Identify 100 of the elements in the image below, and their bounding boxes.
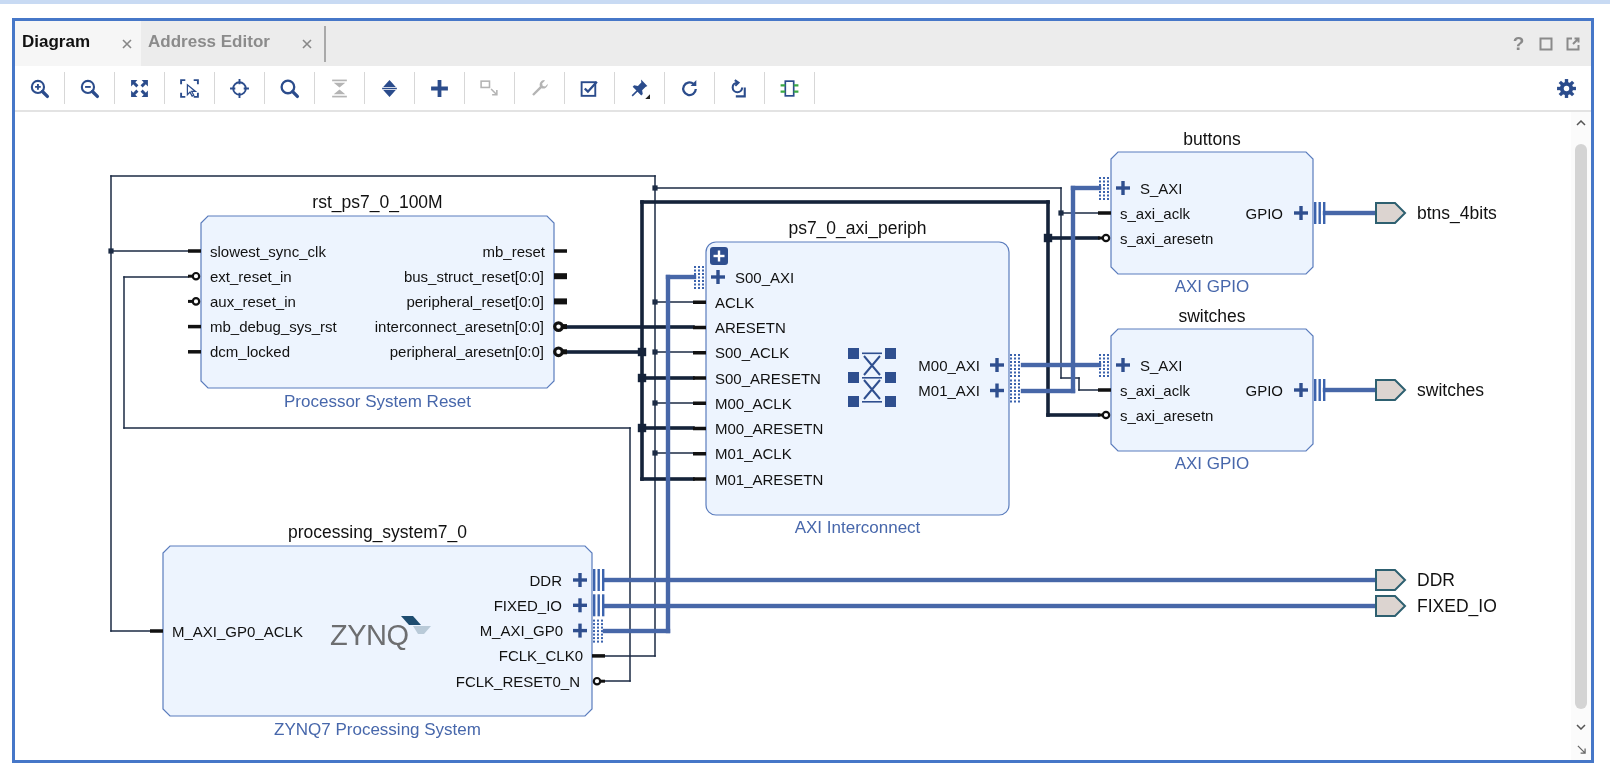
pin-label: s_axi_aresetn — [1120, 406, 1214, 424]
pin-label: S00_ACLK — [715, 344, 790, 362]
bus-connector-icon — [593, 569, 605, 591]
interface-connector-icon — [1010, 379, 1020, 403]
external-port-icon — [1375, 569, 1407, 591]
scrollbar[interactable] — [1571, 112, 1591, 760]
inverted-pin-icon — [188, 297, 201, 306]
square-arrow-icon — [479, 77, 500, 99]
zoom-out-icon — [79, 77, 100, 99]
block-name: switches — [1178, 306, 1246, 326]
pin-stub-icon — [1098, 388, 1111, 392]
interface-connector-icon — [593, 619, 603, 643]
port-label: FIXED_IO — [1417, 596, 1497, 616]
inverted-pin-icon — [1098, 410, 1111, 420]
pin-label: mb_reset — [482, 242, 545, 260]
close-icon[interactable] — [122, 38, 133, 49]
pin-stub-icon — [188, 350, 201, 354]
pin-label: S00_AXI — [735, 268, 795, 286]
pin-stub-icon — [188, 249, 201, 253]
interface-connector-icon — [1099, 177, 1109, 200]
bus-connector-icon — [1314, 202, 1326, 224]
square-icon — [1538, 36, 1553, 51]
pin-label: M01_AXI — [918, 382, 980, 399]
close-icon[interactable] — [301, 38, 312, 49]
pin-label: aux_reset_in — [210, 292, 296, 310]
plus-icon — [1116, 358, 1130, 372]
pin-stub-icon — [1098, 211, 1111, 215]
interface-connector-icon — [1099, 354, 1109, 377]
plus-icon — [711, 270, 725, 284]
crossbar-icon — [848, 348, 896, 407]
port-label: btns_4bits — [1417, 203, 1497, 223]
inverted-pin-icon — [592, 676, 605, 686]
inverted-pin-icon — [553, 346, 567, 358]
pin-label: M_AXI_GP0 — [479, 622, 563, 640]
pin-stub-icon — [693, 477, 706, 481]
plus-icon — [1294, 206, 1308, 220]
pin-stub-icon — [592, 654, 605, 658]
pin-stub-icon — [693, 351, 706, 355]
interface-connector-icon — [1010, 354, 1020, 377]
block-type-label: AXI GPIO — [1174, 276, 1250, 296]
pin-label: interconnect_aresetn[0:0] — [374, 318, 544, 336]
help-button[interactable]: ? — [1505, 28, 1532, 59]
settings-icon — [1555, 77, 1577, 99]
bus-connector-icon — [1314, 379, 1326, 401]
pin-stub-icon — [693, 401, 706, 405]
scroll-thumb[interactable] — [1575, 144, 1587, 709]
block-name: rst_ps7_0_100M — [312, 192, 443, 212]
external-port-icon — [1375, 202, 1407, 224]
external-port-icon — [1375, 379, 1407, 401]
pin-label: M01_ARESETN — [715, 470, 824, 488]
bus-pin-stub-icon — [554, 273, 567, 280]
plus-icon — [429, 77, 450, 99]
pushpin-icon — [629, 77, 650, 99]
search-icon — [279, 77, 300, 99]
block-type-label: Processor System Reset — [283, 391, 472, 411]
pin-stub-icon — [188, 324, 201, 329]
pin-label: S_AXI — [1140, 356, 1183, 374]
chevron-down-icon — [1576, 724, 1586, 730]
wrench-icon — [529, 77, 550, 99]
block-name: buttons — [1183, 129, 1241, 149]
cursor-frame-icon — [179, 77, 200, 99]
pin-label: M01_ACLK — [715, 445, 792, 463]
tab[interactable]: Diagram — [15, 21, 142, 66]
pin-stub-icon — [693, 325, 706, 330]
plus-icon — [573, 598, 587, 613]
port-label: switches — [1417, 380, 1485, 400]
block-type-label: ZYNQ7 Processing System — [274, 719, 481, 739]
plus-icon — [1116, 181, 1130, 195]
pin-label: peripheral_reset[0:0] — [406, 292, 544, 310]
interface-connector-icon — [694, 266, 704, 289]
pin-stub-icon — [693, 376, 706, 380]
pin-label: dcm_locked — [210, 343, 291, 361]
external-port-icon — [1375, 595, 1407, 617]
expand-icon[interactable] — [710, 247, 728, 265]
tab[interactable]: Address Editor — [141, 21, 321, 66]
pin-label: s_axi_aclk — [1120, 381, 1191, 399]
block-type-label: AXI GPIO — [1174, 453, 1250, 473]
expand-triangles-icon — [379, 77, 400, 99]
bus-pin-stub-icon — [554, 298, 567, 305]
pin-label: M00_ARESETN — [715, 420, 824, 437]
pin-label: peripheral_aresetn[0:0] — [389, 343, 544, 361]
block-name: processing_system7_0 — [288, 522, 467, 542]
logo-wordmark: ZYNQ — [330, 619, 409, 651]
pin-stub-icon — [150, 629, 163, 633]
pin-label: M00_AXI — [918, 356, 980, 374]
plus-icon — [1294, 383, 1308, 397]
bus-connector-icon — [593, 594, 605, 617]
pin-label: FCLK_CLK0 — [498, 647, 583, 665]
inverted-pin-icon — [1098, 233, 1111, 243]
port-label: DDR — [1417, 570, 1455, 590]
pin-label: FIXED_IO — [493, 596, 562, 614]
pin-label: M00_ACLK — [715, 394, 792, 412]
pin-label: s_axi_aclk — [1120, 204, 1191, 222]
zoom-in-icon — [29, 77, 50, 99]
crosshair-icon — [229, 77, 250, 99]
plus-icon — [990, 358, 1004, 372]
pin-label: S_AXI — [1140, 179, 1183, 197]
resize-arrow-icon[interactable] — [1576, 744, 1586, 754]
plus-icon — [990, 383, 1004, 398]
pin-stub-icon — [693, 300, 706, 304]
